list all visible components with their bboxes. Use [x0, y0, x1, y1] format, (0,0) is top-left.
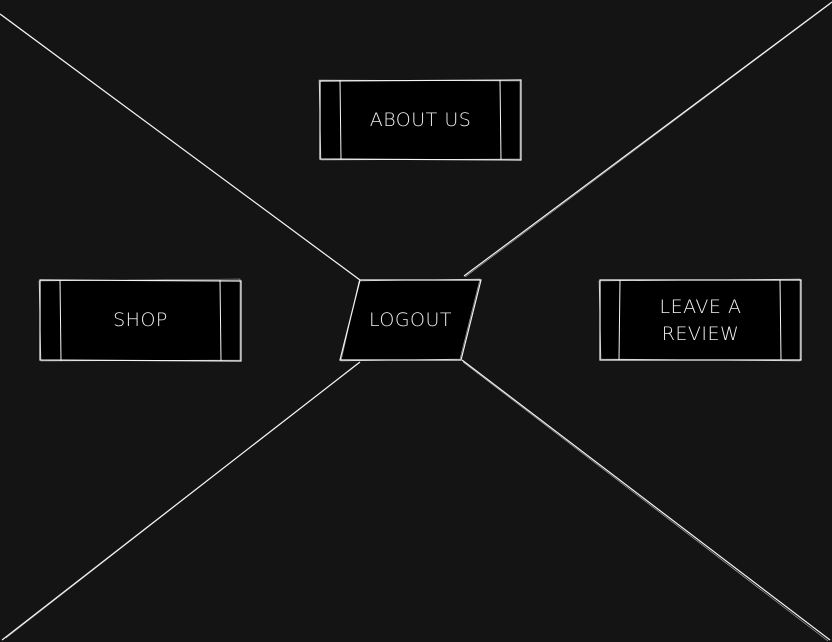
connector-bottom-right — [461, 359, 831, 641]
shop-button[interactable]: SHOP — [38, 278, 242, 362]
shop-label: SHOP — [113, 309, 168, 331]
about-us-button[interactable]: ABOUT US — [318, 79, 522, 161]
logout-label: LOGOUT — [368, 309, 453, 331]
diagram-canvas: ABOUT US SHOP LOGOUT LEAVE A REVIEW — [0, 0, 832, 642]
logout-button[interactable]: LOGOUT — [339, 278, 482, 362]
about-us-label: ABOUT US — [369, 108, 472, 131]
leave-a-review-label: LEAVE A REVIEW — [659, 295, 742, 345]
leave-a-review-button[interactable]: LEAVE A REVIEW — [598, 278, 802, 362]
